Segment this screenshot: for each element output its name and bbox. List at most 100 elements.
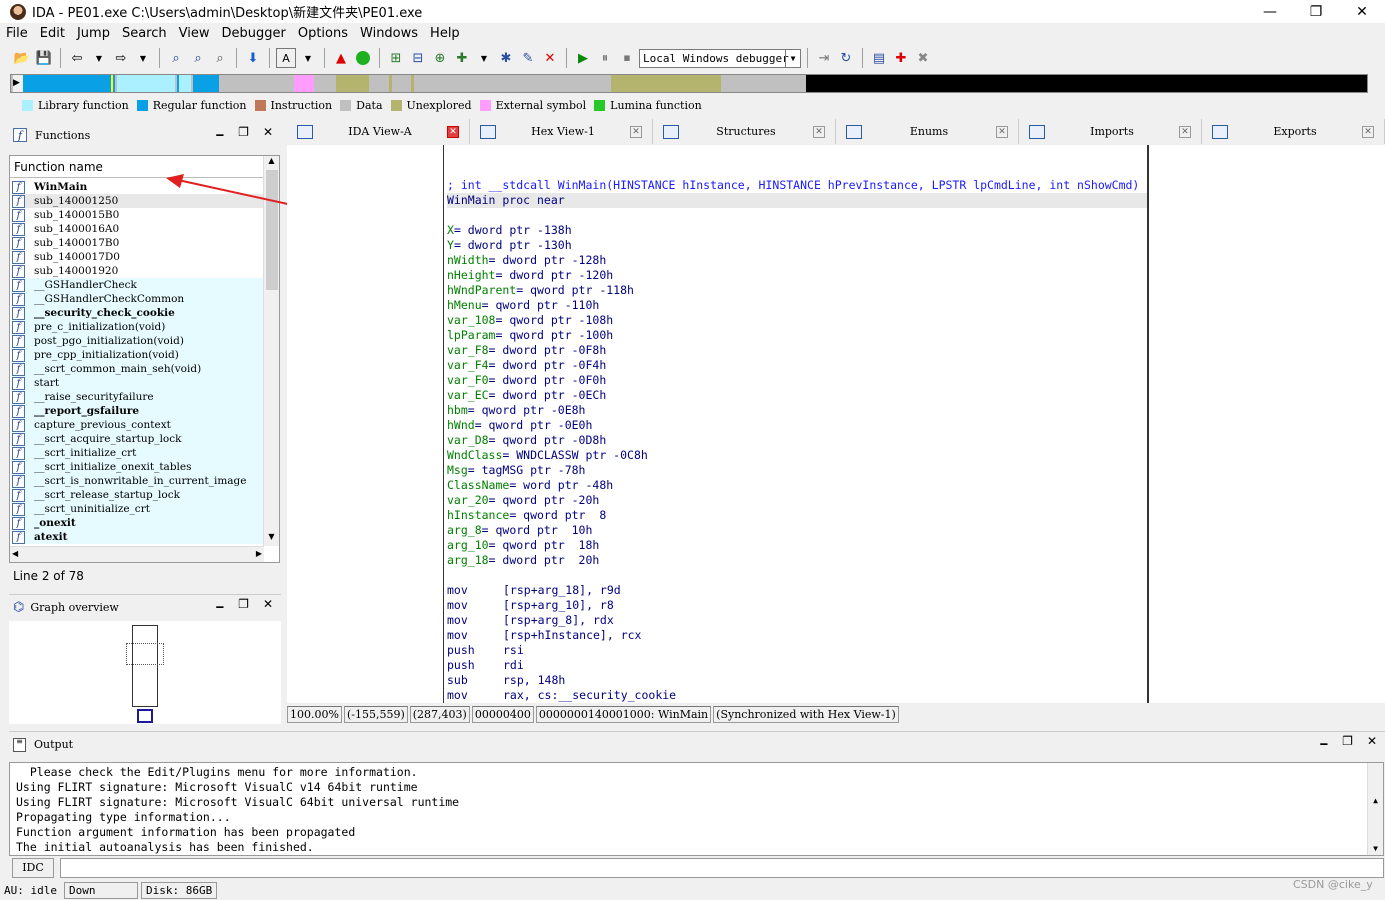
search-immediate-icon[interactable]: ⌕: [210, 48, 230, 68]
graph-viewport[interactable]: [126, 643, 164, 665]
stack-variable-name[interactable]: var_F8: [447, 343, 489, 357]
delete-icon[interactable]: ✕: [540, 48, 560, 68]
function-list-item[interactable]: f __scrt_is_nonwritable_in_current_image: [12, 474, 264, 488]
function-list-item[interactable]: f __scrt_uninitialize_crt: [12, 502, 264, 516]
stack-variable-line[interactable]: X= dword ptr -138h: [447, 223, 572, 238]
idc-button[interactable]: IDC: [12, 858, 54, 878]
stack-variable-name[interactable]: ClassName: [447, 478, 509, 492]
stack-variable-name[interactable]: arg_18: [447, 553, 489, 567]
function-list-item[interactable]: f atexit: [12, 530, 264, 544]
start-debug-icon[interactable]: ▶: [573, 48, 593, 68]
format-dropdown-icon[interactable]: ▼: [298, 48, 318, 68]
instruction-line[interactable]: mov [rsp+arg_8], rdx: [447, 613, 614, 628]
functions-vertical-scrollbar[interactable]: ▲ ▼: [263, 156, 279, 546]
stack-variable-name[interactable]: hWnd: [447, 418, 475, 432]
close-tab-icon[interactable]: ✕: [630, 125, 642, 138]
stack-variable-name[interactable]: var_F0: [447, 373, 489, 387]
minimize-button[interactable]: —: [1247, 0, 1293, 23]
menu-edit[interactable]: Edit: [34, 26, 71, 41]
tab-ida-view-a[interactable]: IDA View-A ✕: [287, 119, 470, 144]
stack-variable-line[interactable]: var_EC= dword ptr -0ECh: [447, 388, 606, 403]
close-panel-icon[interactable]: ✕: [1367, 734, 1377, 755]
stack-variable-line[interactable]: Y= dword ptr -130h: [447, 238, 572, 253]
stack-variable-line[interactable]: arg_8= qword ptr 10h: [447, 523, 592, 538]
function-list-item[interactable]: f pre_cpp_initialization(void): [12, 348, 264, 362]
close-panel-icon[interactable]: ✕: [263, 597, 273, 618]
remove-breakpoint-icon[interactable]: ✖: [913, 48, 933, 68]
stack-variable-line[interactable]: hWndParent= qword ptr -118h: [447, 283, 634, 298]
function-list-item[interactable]: f __GSHandlerCheck: [12, 278, 264, 292]
close-tab-icon[interactable]: ✕: [1362, 125, 1374, 138]
function-list-item[interactable]: f __GSHandlerCheckCommon: [12, 292, 264, 306]
stack-variable-name[interactable]: WndClass: [447, 448, 502, 462]
stack-variable-line[interactable]: hWnd= qword ptr -0E0h: [447, 418, 592, 433]
back-icon[interactable]: ⇦: [67, 48, 87, 68]
function-list-item[interactable]: f post_pgo_initialization(void): [12, 334, 264, 348]
navigation-band[interactable]: ▶: [10, 74, 1368, 93]
stack-variable-line[interactable]: var_D8= qword ptr -0D8h: [447, 433, 606, 448]
graph-overview-canvas[interactable]: [9, 621, 281, 724]
stack-variable-line[interactable]: arg_10= qword ptr 18h: [447, 538, 599, 553]
instruction-line[interactable]: push rdi: [447, 658, 524, 673]
warning-icon[interactable]: ▲: [331, 48, 351, 68]
function-list-item[interactable]: f capture_previous_context: [12, 418, 264, 432]
menu-help[interactable]: Help: [424, 26, 466, 41]
menu-file[interactable]: File: [0, 26, 34, 41]
menu-options[interactable]: Options: [292, 26, 354, 41]
create-function-icon[interactable]: ⊞: [386, 48, 406, 68]
stack-variable-name[interactable]: var_D8: [447, 433, 489, 447]
create-struct-icon[interactable]: ⊟: [408, 48, 428, 68]
stack-variable-line[interactable]: var_F8= dword ptr -0F8h: [447, 343, 606, 358]
instruction-line[interactable]: sub rsp, 148h: [447, 673, 565, 688]
stack-variable-line[interactable]: WndClass= WNDCLASSW ptr -0C8h: [447, 448, 648, 463]
forward-dropdown-icon[interactable]: ▼: [133, 48, 153, 68]
text-format-icon[interactable]: A: [276, 48, 296, 68]
stack-variable-line[interactable]: nHeight= dword ptr -120h: [447, 268, 613, 283]
function-list-item[interactable]: f sub_1400017B0: [12, 236, 264, 250]
stack-variable-line[interactable]: var_F0= dword ptr -0F0h: [447, 373, 606, 388]
instruction-line[interactable]: mov [rsp+arg_18], r9d: [447, 583, 621, 598]
close-button[interactable]: ✕: [1339, 0, 1385, 23]
function-list-item[interactable]: f sub_140001920: [12, 264, 264, 278]
close-tab-icon[interactable]: ✕: [447, 125, 459, 138]
detach-process-icon[interactable]: ↻: [836, 48, 856, 68]
instruction-line[interactable]: push rsi: [447, 643, 524, 658]
scroll-left-icon[interactable]: ◀: [12, 549, 18, 558]
stack-variable-line[interactable]: hMenu= qword ptr -110h: [447, 298, 599, 313]
close-tab-icon[interactable]: ✕: [996, 125, 1008, 138]
function-list-item[interactable]: f __report_gsfailure: [12, 404, 264, 418]
menu-search[interactable]: Search: [116, 26, 173, 41]
debugger-select[interactable]: Local Windows debugger ▼: [639, 48, 801, 68]
function-list-item[interactable]: f sub_1400017D0: [12, 250, 264, 264]
stack-variable-line[interactable]: arg_18= dword ptr 20h: [447, 553, 599, 568]
scroll-down-icon[interactable]: ▼: [1368, 841, 1383, 855]
stack-variable-name[interactable]: nHeight: [447, 268, 495, 282]
minimize-panel-icon[interactable]: 🗕: [216, 597, 225, 618]
function-list-item[interactable]: f __scrt_common_main_seh(void): [12, 362, 264, 376]
function-list-item[interactable]: f __scrt_initialize_onexit_tables: [12, 460, 264, 474]
stack-variable-line[interactable]: var_20= qword ptr -20h: [447, 493, 599, 508]
forward-icon[interactable]: ⇨: [111, 48, 131, 68]
function-list-item[interactable]: f __scrt_release_startup_lock: [12, 488, 264, 502]
scroll-down-icon[interactable]: ▼: [264, 532, 279, 546]
jump-down-icon[interactable]: ⬇: [243, 48, 263, 68]
stack-variable-name[interactable]: var_20: [447, 493, 489, 507]
menu-debugger[interactable]: Debugger: [215, 26, 291, 41]
stop-debug-icon[interactable]: ⏹: [617, 48, 637, 68]
tab-imports[interactable]: Imports ✕: [1019, 119, 1202, 144]
stack-variable-name[interactable]: hWndParent: [447, 283, 516, 297]
command-input[interactable]: [60, 858, 1384, 878]
run-analysis-icon[interactable]: [353, 48, 373, 68]
function-list-item[interactable]: f __security_check_cookie: [12, 306, 264, 320]
stack-variable-line[interactable]: hInstance= qword ptr 8: [447, 508, 606, 523]
tab-exports[interactable]: Exports ✕: [1202, 119, 1385, 144]
add-breakpoint-icon[interactable]: ✚: [891, 48, 911, 68]
float-panel-icon[interactable]: ❐: [1342, 734, 1353, 755]
stack-variable-line[interactable]: Msg= tagMSG ptr -78h: [447, 463, 585, 478]
instruction-line[interactable]: mov [rsp+hInstance], rcx: [447, 628, 641, 643]
float-panel-icon[interactable]: ❐: [238, 597, 249, 618]
menu-view[interactable]: View: [173, 26, 216, 41]
tab-enums[interactable]: Enums ✕: [836, 119, 1019, 144]
scroll-right-icon[interactable]: ▶: [256, 549, 262, 558]
tab-structures[interactable]: Structures ✕: [653, 119, 836, 144]
